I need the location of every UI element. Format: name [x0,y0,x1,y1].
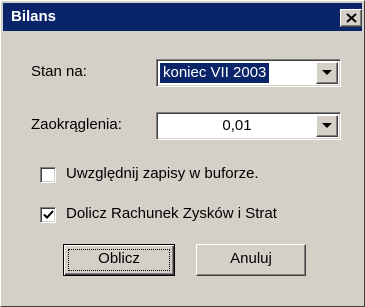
close-button[interactable] [340,9,362,27]
dolicz-checkbox[interactable] [40,207,56,223]
stan-na-combobox[interactable]: koniec VII 2003 [156,59,341,87]
chevron-down-icon [322,123,332,128]
dolicz-label[interactable]: Dolicz Rachunek Zysków i Strat [66,205,277,222]
window-title: Bilans [11,8,57,25]
bilans-dialog: Bilans Stan na: koniec VII 2003 Zaokrągl… [0,0,365,307]
oblicz-button-label: Oblicz [98,250,140,267]
zaokraglenia-value: 0,01 [222,117,252,134]
close-icon [346,13,357,23]
stan-na-value: koniec VII 2003 [160,63,270,83]
stan-na-label: Stan na: [31,63,87,80]
oblicz-button[interactable]: Oblicz [63,244,175,276]
title-bar[interactable]: Bilans [3,3,362,31]
zaokraglenia-label: Zaokrąglenia: [31,116,122,133]
uwzglednij-checkbox[interactable] [40,167,56,183]
anuluj-button[interactable]: Anuluj [196,244,306,276]
zaokraglenia-dropdown-button[interactable] [316,115,338,137]
chevron-down-icon [322,70,332,75]
anuluj-button-label: Anuluj [230,250,272,267]
stan-na-dropdown-button[interactable] [316,62,338,84]
checkmark-icon [43,210,54,219]
uwzglednij-label[interactable]: Uwzględnij zapisy w buforze. [66,165,259,182]
zaokraglenia-combobox[interactable]: 0,01 [156,112,341,140]
